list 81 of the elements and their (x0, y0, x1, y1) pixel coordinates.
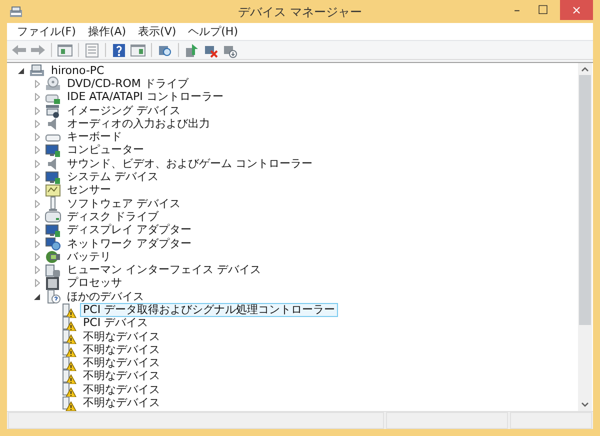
properties-icon[interactable] (84, 42, 100, 58)
collapsed-arrow-icon[interactable] (34, 200, 40, 208)
tree-item[interactable]: ディスプレイ アダプター (64, 223, 194, 238)
processor-icon (45, 276, 61, 291)
tree-item[interactable]: ディスク ドライブ (64, 210, 162, 224)
tree-item[interactable]: ネットワーク アダプター (64, 236, 194, 251)
disk-drive-icon (45, 209, 61, 224)
update-icon[interactable] (184, 42, 200, 58)
monitor-icon (45, 222, 61, 238)
tree-item[interactable]: 不明なデバイス (80, 369, 163, 384)
window-title: デバイス マネージャー (238, 4, 362, 21)
warning-device-icon (61, 342, 77, 358)
collapsed-arrow-icon[interactable] (34, 240, 40, 248)
tree-item[interactable]: 不明なデバイス (80, 382, 163, 397)
tree-item[interactable]: コンピューター (64, 143, 147, 158)
warning-device-icon (61, 302, 77, 318)
collapsed-arrow-icon[interactable] (34, 160, 40, 168)
collapsed-arrow-icon[interactable] (34, 173, 40, 182)
tree-item[interactable]: システム デバイス (64, 170, 162, 184)
collapsed-arrow-icon[interactable] (34, 120, 40, 128)
collapsed-arrow-icon[interactable] (34, 252, 40, 261)
close-button[interactable]: × (560, 0, 593, 20)
tree-item[interactable]: ヒューマン インターフェイス デバイス (64, 263, 264, 278)
tree-item[interactable]: 不明なデバイス (80, 396, 163, 410)
expanded-arrow-icon[interactable] (34, 294, 40, 300)
tree-item[interactable]: バッテリ (64, 250, 114, 264)
maximize-button[interactable]: ☐ (530, 0, 556, 20)
monitor-icon (45, 170, 61, 185)
collapsed-arrow-icon[interactable] (34, 106, 40, 115)
tree-item[interactable]: イメージング デバイス (64, 104, 184, 118)
collapsed-arrow-icon[interactable] (34, 279, 40, 288)
warning-device-icon (61, 356, 77, 371)
panel-icon[interactable] (57, 42, 73, 58)
forward-arrow-icon[interactable] (30, 42, 46, 58)
back-arrow-icon[interactable] (11, 42, 27, 58)
tree-item[interactable]: サウンド、ビデオ、およびゲーム コントローラー (64, 156, 316, 171)
menu-item[interactable]: ヘルプ(H) (182, 24, 244, 39)
menu-item[interactable]: 操作(A) (82, 24, 132, 39)
tree-item[interactable]: キーボード (64, 130, 125, 144)
warning-device-icon (61, 382, 77, 398)
collapsed-arrow-icon[interactable] (34, 146, 40, 154)
collapsed-arrow-icon[interactable] (34, 186, 40, 194)
warning-device-icon (61, 368, 77, 384)
menu-item[interactable]: ファイル(F) (11, 24, 82, 39)
expanded-arrow-icon[interactable] (18, 68, 24, 74)
minimize-button[interactable]: – (504, 0, 530, 20)
collapsed-arrow-icon[interactable] (34, 226, 40, 234)
collapsed-arrow-icon[interactable] (34, 212, 40, 221)
camera-icon (45, 103, 61, 118)
monitor-icon (45, 142, 61, 158)
tree-item[interactable]: PCI デバイス (80, 316, 152, 330)
battery-icon (45, 249, 61, 264)
collapsed-arrow-icon[interactable] (34, 93, 40, 102)
collapsed-arrow-icon[interactable] (34, 80, 40, 88)
panel-icon[interactable] (130, 42, 146, 58)
collapsed-arrow-icon[interactable] (34, 133, 40, 142)
warning-device-icon (61, 316, 77, 331)
tree-item[interactable]: プロセッサ (64, 276, 125, 290)
tree-item[interactable]: 不明なデバイス (80, 356, 163, 370)
tree-item[interactable]: ソフトウェア デバイス (64, 196, 184, 211)
help-icon[interactable] (111, 42, 127, 58)
disc-drive-icon (45, 76, 61, 92)
tree-item[interactable]: センサー (64, 183, 114, 198)
sensor-icon (45, 182, 61, 198)
tree-item[interactable]: 不明なデバイス (80, 342, 163, 357)
tree-item[interactable]: DVD/CD-ROM ドライブ (64, 76, 192, 91)
tree-item[interactable]: hirono-PC (48, 64, 108, 78)
input-device-icon (45, 262, 61, 278)
tree-item[interactable]: IDE ATA/ATAPI コントローラー (64, 90, 226, 104)
network-icon (45, 236, 61, 252)
unknown-device-icon (45, 289, 61, 304)
warning-device-icon (61, 396, 77, 411)
warning-device-icon (61, 329, 77, 344)
tree-item[interactable]: ほかのデバイス (64, 290, 147, 304)
tree-item[interactable]: 不明なデバイス (80, 330, 163, 344)
collapsed-arrow-icon[interactable] (34, 266, 40, 274)
app-icon[interactable] (8, 4, 24, 18)
menu-item[interactable]: 表示(V) (132, 24, 182, 39)
scrollbar[interactable] (578, 63, 592, 411)
tree-item[interactable]: オーディオの入力および出力 (64, 116, 213, 131)
tree-item[interactable]: PCI データ取得およびシグナル処理コントローラー (80, 303, 338, 317)
